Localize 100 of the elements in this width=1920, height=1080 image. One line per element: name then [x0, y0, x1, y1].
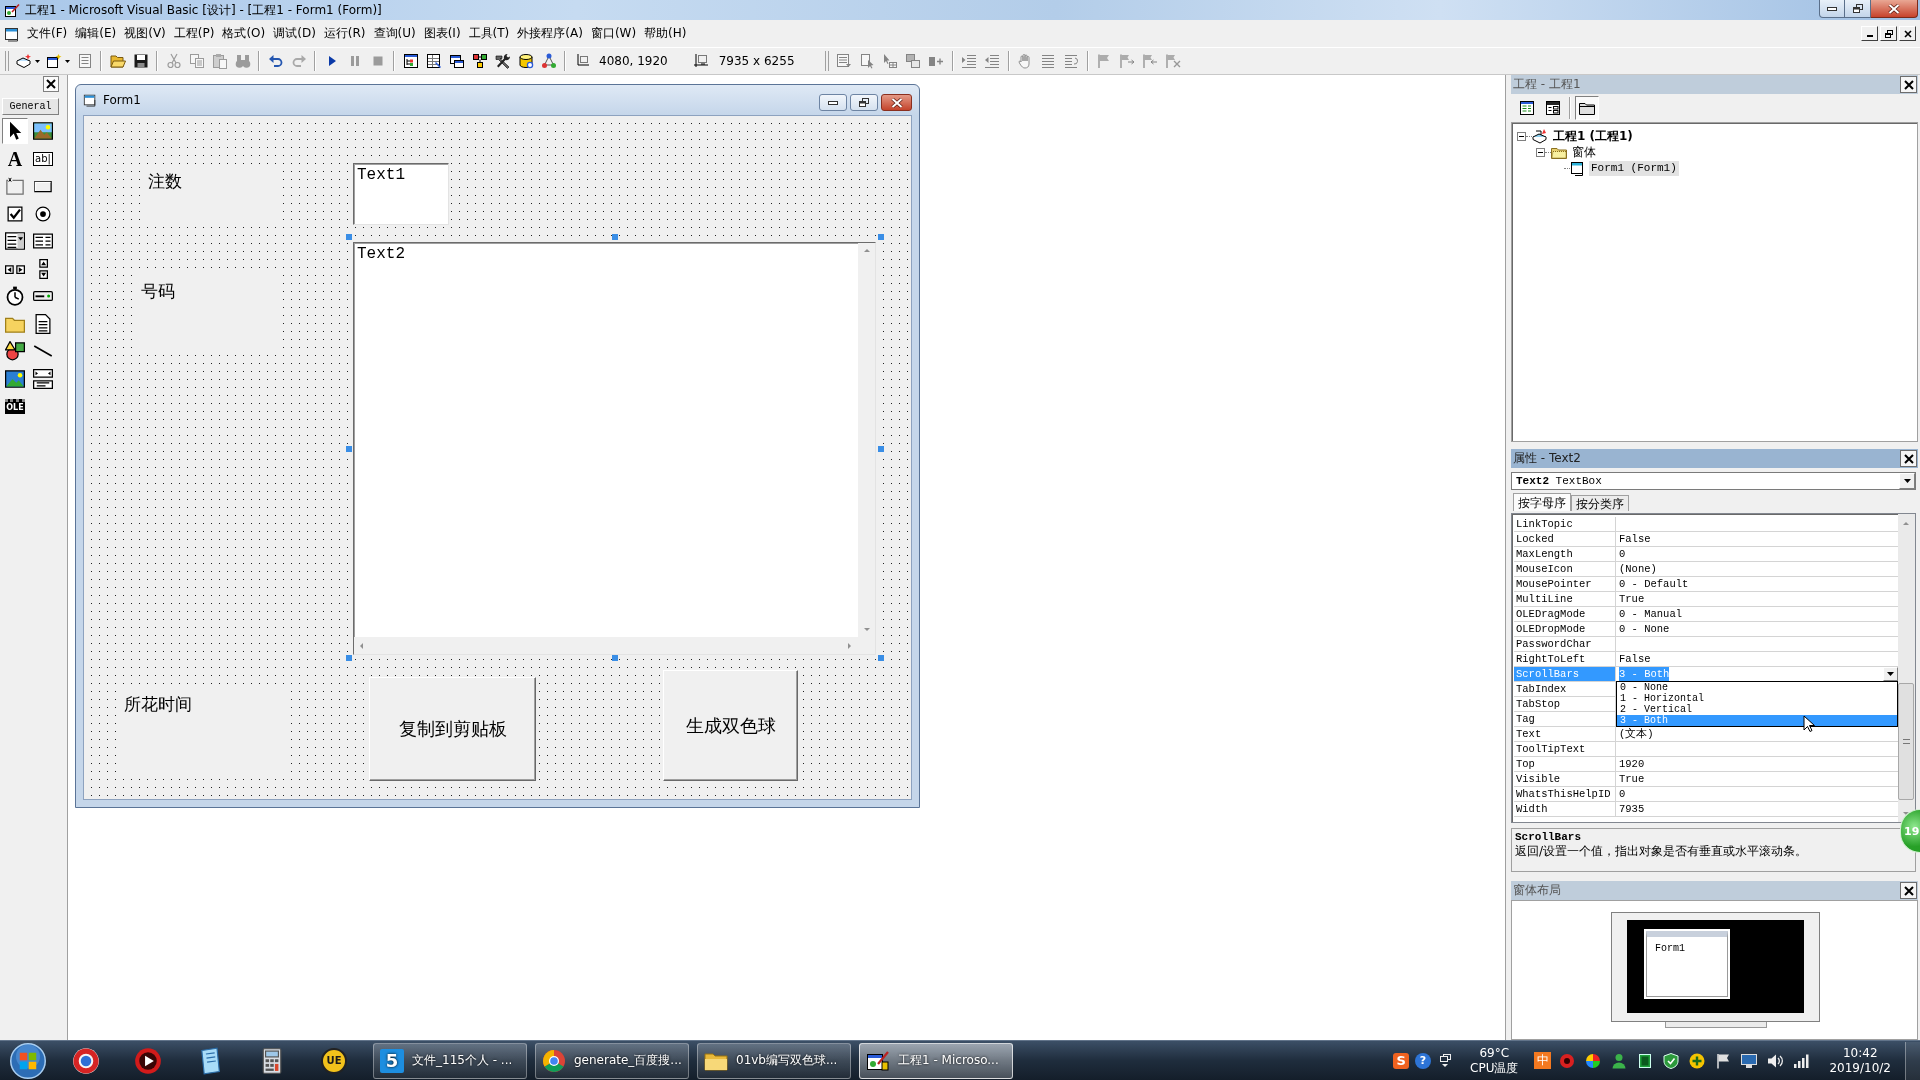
close-button[interactable]	[1900, 882, 1917, 899]
close-button[interactable]	[1900, 76, 1917, 93]
property-name[interactable]: MousePointer	[1514, 577, 1616, 591]
text-field[interactable]: Text1	[353, 163, 449, 225]
minimize-button[interactable]	[1819, 0, 1845, 18]
toolbox-tool[interactable]: A	[2, 145, 28, 172]
restore-button[interactable]	[850, 94, 878, 111]
property-name[interactable]: Top	[1514, 757, 1616, 771]
property-name[interactable]: LinkTopic	[1514, 517, 1616, 531]
command-button[interactable]: 生成双色球	[663, 670, 798, 781]
tray-button[interactable]: ?	[1415, 1052, 1432, 1069]
close-button[interactable]	[881, 94, 912, 111]
person-icon[interactable]	[1611, 1052, 1628, 1069]
hammer-wrench-icon[interactable]	[494, 53, 511, 69]
property-value[interactable]: False	[1619, 652, 1651, 666]
property-value[interactable]: True	[1619, 772, 1645, 786]
caret-icon[interactable]	[35, 59, 40, 63]
dropdown-arrow-icon[interactable]	[1887, 672, 1894, 676]
property-name[interactable]: ToolTipText	[1514, 742, 1616, 756]
menu-item[interactable]: 文件(F)	[23, 23, 72, 44]
taskbar-button[interactable]: generate_百度搜...	[535, 1042, 689, 1079]
resize-handle-icon[interactable]	[611, 234, 618, 240]
plus-circle-icon[interactable]	[1689, 1052, 1706, 1069]
property-name[interactable]: RightToLeft	[1514, 652, 1616, 666]
property-name[interactable]: Tag	[1514, 712, 1616, 726]
launcher-logo[interactable]: UE	[321, 1047, 347, 1074]
text-field[interactable]: Text2	[353, 242, 876, 655]
resize-handle-icon[interactable]	[346, 234, 352, 240]
property-sheet-icon[interactable]	[425, 53, 442, 69]
tile-icon[interactable]	[1637, 1052, 1654, 1069]
property-name[interactable]: WhatsThisHelpID	[1514, 787, 1616, 801]
property-name[interactable]: MouseIcon	[1514, 562, 1616, 576]
ring-icon[interactable]	[72, 1046, 100, 1075]
dropdown-arrow-icon[interactable]	[1903, 479, 1911, 483]
property-value[interactable]: (文本)	[1619, 727, 1654, 741]
vertical-scrollbar[interactable]	[858, 243, 875, 637]
collapse-icon[interactable]	[1536, 147, 1545, 157]
play-circle-icon[interactable]	[134, 1046, 162, 1075]
property-name[interactable]: TabIndex	[1514, 682, 1616, 696]
property-value[interactable]: 0	[1619, 547, 1626, 561]
toolbox-tool[interactable]: ab|	[30, 145, 56, 172]
property-value[interactable]: (None)	[1619, 562, 1657, 576]
caret-icon[interactable]	[65, 59, 70, 63]
command-button[interactable]: 复制到剪贴板	[369, 677, 536, 781]
flag-icon[interactable]	[1715, 1052, 1732, 1069]
restore-button[interactable]	[1845, 0, 1871, 18]
menu-item[interactable]: 帮助(H)	[640, 23, 691, 44]
speaker-icon[interactable]	[1767, 1052, 1784, 1069]
menu-item[interactable]: 编辑(E)	[71, 23, 121, 44]
menu-item[interactable]: 调试(D)	[269, 23, 320, 44]
property-value[interactable]: 1920	[1619, 757, 1645, 771]
property-value[interactable]: True	[1619, 592, 1645, 606]
resize-handle-icon[interactable]	[878, 655, 884, 661]
property-name[interactable]: TabStop	[1514, 697, 1616, 711]
property-name[interactable]: PasswordChar	[1514, 637, 1616, 651]
pinwheel-icon[interactable]	[1585, 1052, 1602, 1069]
property-name[interactable]: Width	[1514, 802, 1616, 816]
property-value[interactable]: 0	[1619, 787, 1626, 801]
dropdown-option[interactable]: 2 - Vertical	[1617, 704, 1897, 715]
toolbox-tab[interactable]: General	[2, 98, 59, 115]
menu-item[interactable]: 窗口(W)	[586, 23, 641, 44]
property-name[interactable]: MultiLine	[1514, 592, 1616, 606]
close-button[interactable]	[1900, 450, 1917, 467]
undo-icon[interactable]	[267, 53, 284, 69]
property-name[interactable]: MaxLength	[1514, 547, 1616, 561]
menu-item[interactable]: 工程(P)	[169, 23, 219, 44]
property-value[interactable]: 7935	[1619, 802, 1645, 816]
dropdown-option[interactable]: 1 - Horizontal	[1617, 693, 1897, 704]
menu-item[interactable]: 视图(V)	[120, 23, 170, 44]
property-name[interactable]: OLEDragMode	[1514, 607, 1616, 621]
close-button[interactable]	[43, 76, 59, 92]
circle-icon[interactable]	[1559, 1052, 1576, 1069]
database-icon[interactable]	[517, 53, 534, 69]
object-dropdown[interactable]: Text2 TextBox	[1511, 472, 1916, 490]
tab[interactable]: 按分类序	[1571, 495, 1629, 511]
resize-handle-icon[interactable]	[878, 445, 884, 452]
tree-window-icon[interactable]	[402, 53, 419, 69]
property-value[interactable]: 0 - Manual	[1619, 607, 1682, 621]
monitor-icon[interactable]	[1741, 1052, 1758, 1069]
collapse-icon[interactable]	[1517, 131, 1526, 141]
clock-time[interactable]: 10:42	[1842, 1045, 1878, 1061]
property-value[interactable]: False	[1619, 532, 1651, 546]
dropdown-option[interactable]: 0 - None	[1617, 682, 1897, 693]
menu-item[interactable]: 工具(T)	[464, 23, 514, 44]
blocks-icon[interactable]	[471, 53, 488, 69]
property-name[interactable]: OLEDropMode	[1514, 622, 1616, 636]
shield-icon[interactable]	[1663, 1052, 1680, 1069]
property-value[interactable]: 0 - None	[1619, 622, 1670, 636]
taskbar-button[interactable]: 01vb编写双色球...	[697, 1042, 851, 1079]
form-preview[interactable]: Form1	[1646, 931, 1728, 997]
toolbox-tool[interactable]	[2, 118, 28, 144]
taskbar-button[interactable]: 工程1 - Microso...	[859, 1042, 1013, 1079]
property-name[interactable]: Locked	[1514, 532, 1616, 546]
tree-item[interactable]: 工程1 (工程1)	[1551, 128, 1635, 144]
signal-bars-icon[interactable]	[1793, 1052, 1810, 1069]
vertical-scrollbar[interactable]	[1898, 514, 1915, 822]
show-desktop-button[interactable]	[1905, 1041, 1920, 1080]
property-name[interactable]: Visible	[1514, 772, 1616, 786]
menu-item[interactable]: 运行(R)	[319, 23, 370, 44]
taskbar-button[interactable]: 5 文件_115个人 - ...	[373, 1042, 527, 1079]
